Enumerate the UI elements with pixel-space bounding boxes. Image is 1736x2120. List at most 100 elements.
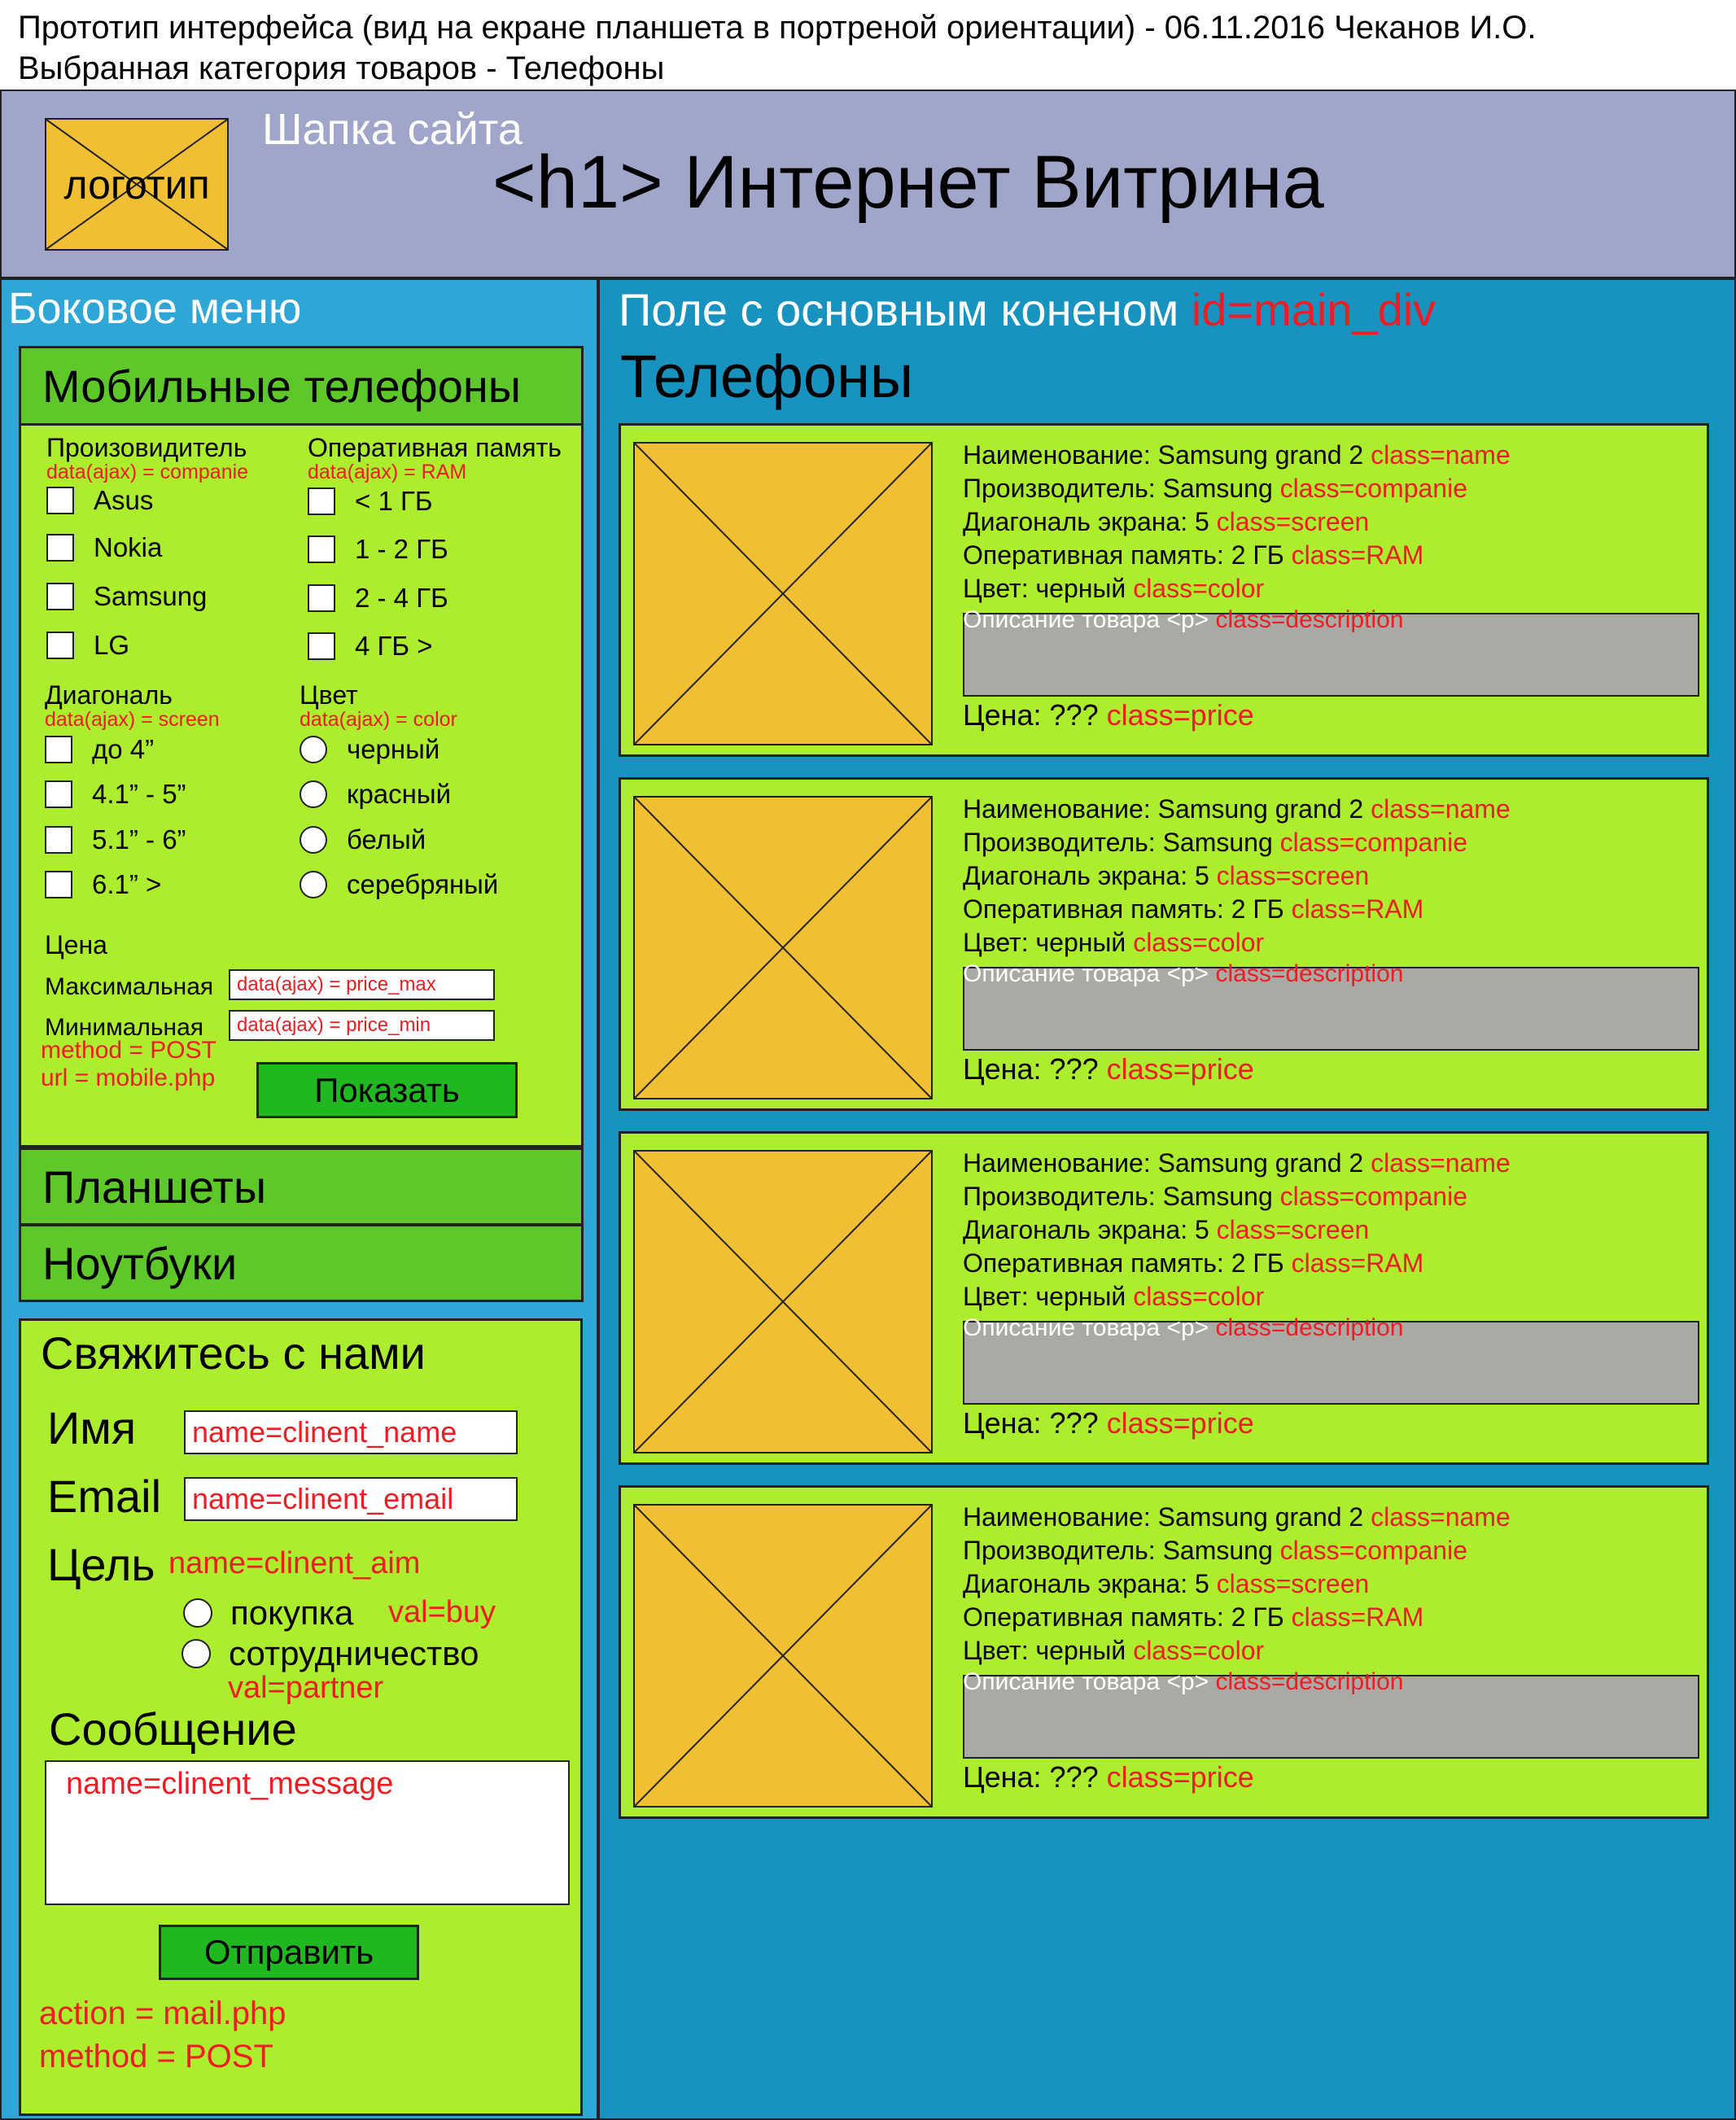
filter-ram-note: data(ajax) = RAM [308, 461, 467, 483]
radio-icon[interactable] [183, 1598, 212, 1628]
checkbox-icon[interactable] [46, 487, 74, 514]
send-button[interactable]: Отправить [159, 1925, 419, 1980]
radio-buy[interactable]: покупка [183, 1593, 353, 1633]
filter-url-note: url = mobile.php [41, 1064, 216, 1091]
main-caption-id: id=main_div [1191, 284, 1436, 335]
checkbox-icon[interactable] [45, 780, 72, 808]
filter-diagonal-title: Диагональ [45, 680, 173, 710]
main-caption: Поле с основным коненом id=main_div [619, 284, 1436, 335]
product-color: Цвет: черный class=color [963, 1636, 1265, 1665]
product-ram: Оперативная память: 2 ГБ class=RAM [963, 894, 1424, 924]
radio-icon[interactable] [300, 736, 327, 763]
checkbox-diag-6[interactable]: 6.1” > [45, 869, 161, 900]
product-card[interactable]: Наименование: Samsung grand 2 class=name… [619, 1131, 1709, 1465]
product-card[interactable]: Наименование: Samsung grand 2 class=name… [619, 777, 1709, 1111]
radio-red[interactable]: красный [300, 779, 451, 810]
category-mobile-phones[interactable]: Мобильные телефоны [19, 346, 584, 426]
checkbox-icon[interactable] [45, 871, 72, 898]
product-name: Наименование: Samsung grand 2 class=name [963, 1502, 1511, 1532]
radio-partner[interactable]: сотрудничество [181, 1634, 479, 1673]
radio-icon[interactable] [300, 871, 327, 898]
radio-silver[interactable]: серебряный [300, 869, 498, 900]
filter-method-note: method = POST [41, 1037, 216, 1064]
product-companie: Производитель: Samsung class=companie [963, 828, 1467, 857]
contact-title: Свяжитесь с нами [41, 1327, 426, 1379]
radio-buy-value: val=buy [388, 1595, 496, 1629]
prototype-caption: Прототип интерфейса (вид на екране планш… [18, 10, 1537, 46]
checkbox-icon[interactable] [46, 534, 74, 562]
product-card[interactable]: Наименование: Samsung grand 2 class=name… [619, 1485, 1709, 1819]
logo-text: логотип [63, 161, 210, 208]
contact-action-note: action = mail.php [39, 1995, 286, 2031]
product-color: Цвет: черный class=color [963, 1282, 1265, 1311]
aim-label: Цель [47, 1539, 155, 1590]
checkbox-ram-gt4[interactable]: 4 ГБ > [308, 631, 433, 662]
product-screen: Диагональ экрана: 5 class=screen [963, 507, 1370, 536]
checkbox-icon[interactable] [45, 736, 72, 763]
product-ram: Оперативная память: 2 ГБ class=RAM [963, 1602, 1424, 1632]
radio-partner-value: val=partner [228, 1671, 384, 1705]
product-companie: Производитель: Samsung class=companie [963, 474, 1467, 503]
product-companie: Производитель: Samsung class=companie [963, 1536, 1467, 1565]
product-description: Описание товара <p> class=description [963, 606, 1404, 633]
radio-icon[interactable] [300, 780, 327, 808]
product-card[interactable]: Наименование: Samsung grand 2 class=name… [619, 423, 1709, 757]
checkbox-icon[interactable] [308, 632, 335, 660]
checkbox-icon[interactable] [308, 487, 335, 515]
product-screen: Диагональ экрана: 5 class=screen [963, 1215, 1370, 1244]
checkbox-ram-1-2[interactable]: 1 - 2 ГБ [308, 534, 448, 565]
category-tablets[interactable]: Планшеты [19, 1147, 584, 1226]
filter-color-note: data(ajax) = color [300, 708, 457, 731]
image-placeholder-icon [635, 444, 931, 744]
category-laptops[interactable]: Ноутбуки [19, 1224, 584, 1302]
product-companie: Производитель: Samsung class=companie [963, 1182, 1467, 1211]
checkbox-icon[interactable] [46, 632, 74, 659]
show-button[interactable]: Показать [256, 1062, 518, 1118]
checkbox-lg[interactable]: LG [46, 630, 129, 661]
image-placeholder-icon [635, 1152, 931, 1452]
product-description: Описание товара <p> class=description [963, 1668, 1404, 1695]
product-color: Цвет: черный class=color [963, 928, 1265, 957]
filter-manufacturer-note: data(ajax) = companie [46, 461, 249, 483]
product-name: Наименование: Samsung grand 2 class=name [963, 440, 1511, 470]
checkbox-diag-4[interactable]: до 4” [45, 734, 154, 765]
product-name: Наименование: Samsung grand 2 class=name [963, 794, 1511, 824]
price-max-input[interactable]: data(ajax) = price_max [229, 969, 495, 1000]
checkbox-asus[interactable]: Asus [46, 485, 153, 516]
checkbox-icon[interactable] [46, 583, 74, 610]
checkbox-samsung[interactable]: Samsung [46, 581, 207, 612]
radio-black[interactable]: черный [300, 734, 439, 765]
checkbox-diag-5-6[interactable]: 5.1” - 6” [45, 824, 186, 855]
radio-icon[interactable] [300, 826, 327, 854]
product-description: Описание товара <p> class=description [963, 1314, 1404, 1341]
image-placeholder-icon [635, 798, 931, 1098]
checkbox-icon[interactable] [308, 584, 335, 612]
name-label: Имя [47, 1402, 137, 1453]
checkbox-icon[interactable] [308, 535, 335, 563]
radio-icon[interactable] [181, 1639, 211, 1668]
filter-color-title: Цвет [300, 680, 358, 710]
checkbox-ram-lt1[interactable]: < 1 ГБ [308, 486, 433, 517]
name-input[interactable]: name=clinent_name [184, 1410, 518, 1454]
product-price: Цена: ??? class=price [963, 698, 1254, 732]
product-price: Цена: ??? class=price [963, 1052, 1254, 1086]
product-name: Наименование: Samsung grand 2 class=name [963, 1148, 1511, 1178]
checkbox-ram-2-4[interactable]: 2 - 4 ГБ [308, 583, 448, 614]
logo[interactable]: логотип [45, 118, 229, 251]
site-title: <h1> Интернет Витрина [492, 141, 1324, 224]
category-caption: Выбранная категория товаров - Телефоны [18, 50, 665, 86]
page-title: Телефоны [620, 343, 914, 410]
checkbox-diag-4-5[interactable]: 4.1” - 5” [45, 779, 186, 810]
product-price: Цена: ??? class=price [963, 1406, 1254, 1440]
checkbox-icon[interactable] [45, 826, 72, 854]
sidebar-caption: Боковое меню [8, 284, 302, 333]
product-color: Цвет: черный class=color [963, 574, 1265, 603]
checkbox-nokia[interactable]: Nokia [46, 532, 162, 563]
product-screen: Диагональ экрана: 5 class=screen [963, 861, 1370, 890]
message-textarea[interactable]: name=clinent_message [45, 1760, 570, 1905]
email-input[interactable]: name=clinent_email [184, 1477, 518, 1521]
radio-white[interactable]: белый [300, 824, 426, 855]
price-min-input[interactable]: data(ajax) = price_min [229, 1010, 495, 1041]
product-image [633, 1150, 933, 1453]
product-screen: Диагональ экрана: 5 class=screen [963, 1569, 1370, 1598]
